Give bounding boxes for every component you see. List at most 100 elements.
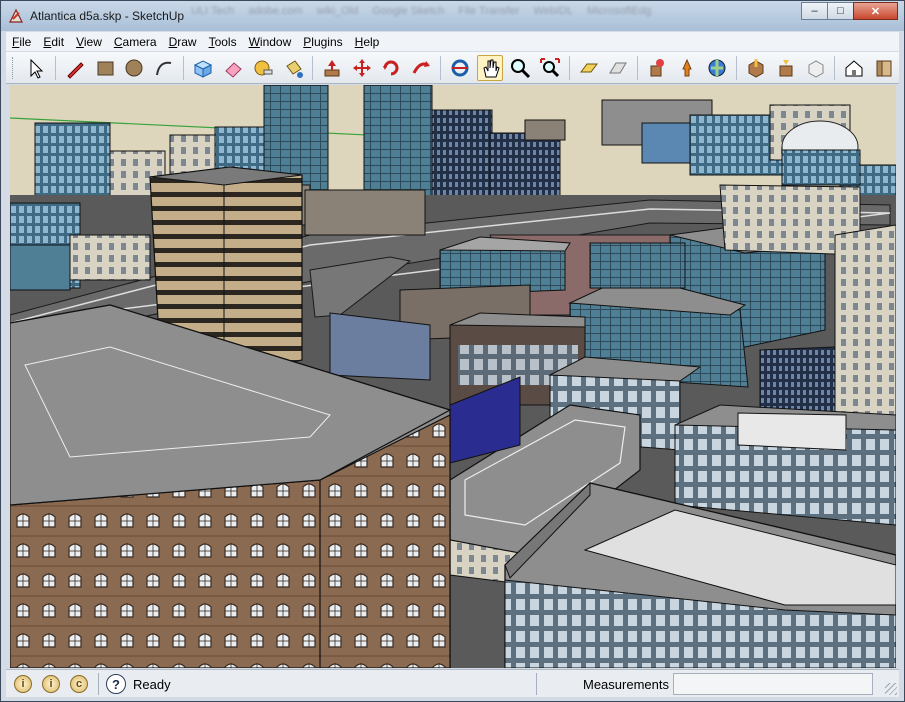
geo-icon-glyph: i: [21, 678, 25, 690]
title-bar[interactable]: Atlantica d5a.skp - SketchUp ULI Tech ad…: [1, 1, 904, 31]
menu-hotkey: W: [248, 34, 260, 49]
house-tool-button[interactable]: [841, 55, 867, 81]
menu-label: lugins: [311, 34, 343, 49]
close-button[interactable]: ✕: [853, 2, 898, 20]
zoom-tool-button[interactable]: [507, 55, 533, 81]
zoom-icon: [510, 58, 530, 78]
orbit-tool-button[interactable]: [447, 55, 473, 81]
circle-tool-button[interactable]: [122, 55, 148, 81]
tape-measure-tool-button[interactable]: [250, 55, 276, 81]
credits-icon-glyph: i: [49, 678, 53, 690]
menu-file[interactable]: File: [6, 35, 37, 49]
copyright-icon-glyph: c: [75, 678, 83, 690]
measurements-input[interactable]: [673, 673, 873, 695]
close-icon: ✕: [870, 5, 881, 18]
menu-camera[interactable]: Camera: [108, 35, 163, 49]
measurements-label: Measurements: [583, 677, 669, 692]
follow-me-icon: [412, 60, 431, 74]
share-model-tool-button[interactable]: [743, 55, 769, 81]
minimize-icon: –: [811, 5, 818, 17]
get-photo-texture-icon: [808, 59, 824, 78]
toolbar-separator: [834, 55, 836, 80]
geo-location-icon[interactable]: i: [14, 675, 32, 693]
credits-icon[interactable]: i: [42, 675, 60, 693]
menu-label: ile: [19, 34, 32, 49]
menu-hotkey: V: [76, 34, 84, 49]
toolbar-separator: [735, 55, 737, 80]
menu-bar: File Edit View Camera Draw Tools Window Plugins…: [6, 32, 899, 51]
share-component-icon: [779, 59, 793, 76]
rectangle-tool-button[interactable]: [92, 55, 118, 81]
menu-label: dit: [51, 34, 65, 49]
eraser-tool-button[interactable]: [220, 55, 246, 81]
menu-draw[interactable]: Draw: [163, 35, 203, 49]
move-icon: [352, 58, 371, 77]
toolbar-separator: [440, 55, 442, 80]
status-divider: [536, 673, 537, 695]
select-arrow-icon: [30, 58, 44, 79]
help-icon[interactable]: ?: [106, 674, 126, 694]
help-glyph: ?: [112, 676, 120, 692]
get-photo-texture-tool-button[interactable]: [803, 55, 829, 81]
move-tool-button[interactable]: [349, 55, 375, 81]
toolbar-separator: [54, 55, 56, 80]
add-location-tool-button[interactable]: [644, 55, 670, 81]
arc-tool-button[interactable]: [151, 55, 177, 81]
pencil-line-tool-button[interactable]: [62, 55, 88, 81]
make-component-icon: [194, 59, 213, 78]
resize-grip[interactable]: [885, 683, 897, 695]
paint-bucket-tool-button[interactable]: [280, 55, 306, 81]
menu-window[interactable]: Window: [243, 35, 298, 49]
zoom-extents-tool-button[interactable]: [537, 55, 563, 81]
sketchup-window: Atlantica d5a.skp - SketchUp ULI Tech ad…: [0, 0, 905, 702]
ghost-tab: MicrosoftEdg: [587, 5, 652, 17]
menu-plugins[interactable]: Plugins: [297, 35, 348, 49]
menu-view[interactable]: View: [70, 35, 108, 49]
rotate-tool-button[interactable]: [378, 55, 404, 81]
toggle-terrain-tool-button[interactable]: [674, 55, 700, 81]
minimize-button[interactable]: –: [801, 2, 828, 20]
model-viewport[interactable]: [10, 85, 896, 668]
ghost-tab: adobe.com: [248, 5, 303, 17]
status-message: Ready: [133, 677, 171, 692]
menu-tools[interactable]: Tools: [203, 35, 243, 49]
sketchup-logo-icon: [9, 8, 23, 23]
window-controls: – □ ✕: [801, 2, 898, 20]
status-divider: [98, 673, 99, 695]
toolbar-grip[interactable]: [12, 56, 15, 79]
menu-edit[interactable]: Edit: [37, 35, 70, 49]
get-models-icon: [708, 59, 726, 76]
background-taskbar-titles: ULI Tech adobe.com wiki_Old Google Sketc…: [191, 5, 651, 17]
city-model-scene[interactable]: [10, 85, 896, 668]
push-pull-tool-button[interactable]: [319, 55, 345, 81]
ghost-tab: WebIDL: [533, 5, 574, 17]
menu-help[interactable]: Help: [349, 35, 386, 49]
component-browser-tool-button[interactable]: [871, 55, 897, 81]
menu-label: indow: [259, 34, 292, 49]
menu-hotkey: C: [113, 34, 123, 49]
display-section-icon: [609, 62, 628, 73]
section-plane-tool-button[interactable]: [576, 55, 602, 81]
menu-label: amera: [122, 34, 157, 49]
get-models-tool-button[interactable]: [704, 55, 730, 81]
tape-measure-icon: [254, 60, 273, 75]
make-component-tool-button[interactable]: [190, 55, 216, 81]
pan-hand-tool-button[interactable]: [477, 54, 503, 81]
push-pull-icon: [324, 59, 340, 76]
copyright-icon[interactable]: c: [70, 675, 88, 693]
share-component-tool-button[interactable]: [773, 55, 799, 81]
orbit-icon: [451, 59, 469, 76]
maximize-button[interactable]: □: [827, 2, 854, 20]
house-icon: [845, 59, 863, 76]
component-browser-icon: [876, 60, 892, 76]
toolbar-separator: [311, 55, 313, 80]
arc-icon: [156, 61, 172, 75]
display-section-tool-button[interactable]: [605, 55, 631, 81]
toolbar-separator: [637, 55, 639, 80]
toolbar-separator: [568, 55, 570, 80]
ghost-tab: File Transfer: [458, 5, 520, 17]
zoom-extents-icon: [539, 57, 560, 77]
select-arrow-tool-button[interactable]: [23, 55, 49, 81]
follow-me-tool-button[interactable]: [408, 55, 434, 81]
window-title: Atlantica d5a.skp - SketchUp: [30, 9, 185, 23]
